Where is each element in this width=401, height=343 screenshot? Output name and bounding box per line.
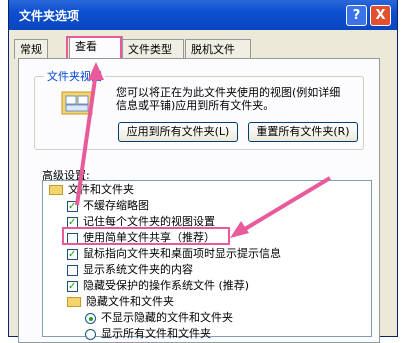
tab-general[interactable]: 常规 — [14, 39, 48, 59]
radio-button[interactable] — [85, 329, 96, 340]
close-button[interactable]: X — [370, 5, 391, 26]
setting-label: 显示系统文件夹的内容 — [83, 263, 193, 276]
setting-label: 隐藏受保护的操作系统文件 (推荐) — [83, 279, 250, 292]
setting-label: 鼠标指向文件夹和桌面项时显示提示信息 — [83, 247, 281, 260]
folder-view-description: 您可以将正在为此文件夹使用的视图(例如详细信息或平铺)应用到所有文件夹。 — [116, 86, 341, 112]
window-title: 文件夹选项 — [19, 9, 80, 23]
setting-highlight-box — [62, 227, 230, 245]
tree-row-label: 隐藏文件和文件夹 — [86, 295, 174, 308]
radio-button[interactable] — [85, 313, 96, 324]
folder-view-icon — [61, 91, 93, 115]
folder-view-group-title: 文件夹视图 — [44, 68, 105, 84]
checkbox[interactable] — [67, 265, 78, 276]
help-button[interactable]: ? — [346, 5, 367, 26]
checkbox[interactable] — [67, 199, 78, 215]
checkbox[interactable] — [67, 247, 78, 263]
setting-label: 不缓存缩略图 — [83, 199, 149, 212]
folder-icon — [67, 297, 81, 307]
setting-label: 显示所有文件和文件夹 — [101, 327, 211, 340]
folder-icon — [49, 185, 63, 195]
tab-offline-files[interactable]: 脱机文件 — [185, 39, 251, 59]
setting-label: 不显示隐藏的文件和文件夹 — [101, 311, 233, 324]
tab-file-types[interactable]: 文件类型 — [122, 39, 184, 59]
checkbox[interactable] — [67, 279, 78, 295]
tree-row-label: 文件和文件夹 — [68, 183, 134, 196]
reset-all-folders-button[interactable]: 重置所有文件夹(R) — [248, 122, 358, 142]
title-bar[interactable]: 文件夹选项 ? X — [9, 0, 397, 30]
advanced-settings-list[interactable]: 文件和文件夹 不缓存缩略图 记住每个文件夹的视图设置 使用简单文件共享（推荐） … — [42, 180, 372, 340]
apply-to-all-folders-button[interactable]: 应用到所有文件夹(L) — [118, 122, 238, 142]
